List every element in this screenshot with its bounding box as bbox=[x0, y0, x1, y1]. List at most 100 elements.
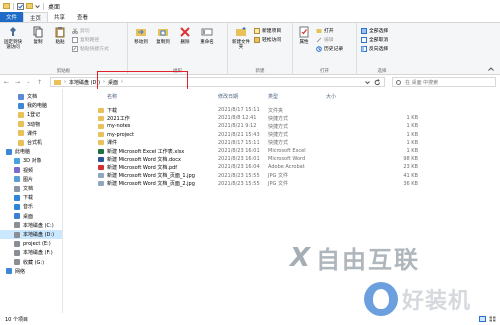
pin-button[interactable]: 固定到快速访问 bbox=[2, 26, 24, 50]
up-button[interactable]: ↑ bbox=[35, 78, 44, 87]
properties-button[interactable]: 属性 bbox=[293, 26, 315, 45]
file-size: 1 KB bbox=[406, 123, 418, 130]
file-type: Adobe Acrobat bbox=[268, 164, 305, 171]
pc-icon bbox=[6, 148, 12, 155]
video-icon bbox=[14, 167, 20, 174]
scissors-icon bbox=[72, 27, 78, 34]
folder-icon bbox=[54, 80, 61, 85]
file-row[interactable]: 2021工作 2021/8/8 12:41 快捷方式 1 KB bbox=[98, 114, 418, 122]
file-row[interactable]: 新建 Microsoft Excel 工作表.xlsx 2021/8/23 16:… bbox=[98, 147, 418, 155]
file-type: JPG 文件 bbox=[268, 173, 288, 180]
file-name: my-notes bbox=[107, 123, 131, 130]
chevron-up-icon[interactable] bbox=[488, 67, 494, 71]
nav-item[interactable]: 我的电脑 bbox=[0, 101, 62, 110]
tab-share[interactable]: 共享 bbox=[48, 12, 71, 22]
search-input[interactable]: 在 桌面 中搜索 bbox=[392, 77, 496, 87]
nav-item[interactable]: 音乐 bbox=[0, 202, 62, 211]
nav-item[interactable]: project (E:) bbox=[0, 239, 62, 248]
chevron-down-icon[interactable] bbox=[365, 80, 370, 85]
breadcrumb-item[interactable]: 本地磁盘 (D:) bbox=[69, 79, 100, 86]
navigation-pane[interactable]: 文档 我的电脑 1登记 3动物 课件 台式机 此电脑 3D 对象 视频 图片 文档 下载 音乐 桌面 本地磁… bbox=[0, 89, 63, 313]
cut-button[interactable]: 剪切 bbox=[72, 27, 90, 34]
delete-button[interactable]: 删除 bbox=[174, 26, 196, 45]
nav-item[interactable]: 此电脑 bbox=[0, 147, 62, 156]
select-all-button[interactable]: 全部选择 bbox=[361, 27, 388, 34]
invert-selection-button[interactable]: 反向选择 bbox=[361, 45, 388, 52]
nav-item[interactable]: 网络 bbox=[0, 267, 62, 276]
file-row[interactable]: 新建 Microsoft Word 文档.docx 2021/8/23 16:01… bbox=[98, 155, 418, 163]
tab-view[interactable]: 查看 bbox=[71, 12, 94, 22]
nav-item[interactable]: 视频 bbox=[0, 166, 62, 175]
new-folder-icon[interactable] bbox=[26, 3, 33, 9]
nav-item-label: 此电脑 bbox=[15, 149, 31, 156]
open-icon bbox=[316, 28, 322, 33]
details-view-icon[interactable] bbox=[479, 316, 486, 322]
nav-item[interactable]: 本地磁盘 (D:) bbox=[0, 230, 62, 239]
nav-item[interactable]: 收藏 (G:) bbox=[0, 258, 62, 267]
folder-icon bbox=[18, 139, 24, 146]
history-icon bbox=[316, 45, 322, 52]
file-date: 2021/8/17 15:11 bbox=[218, 107, 260, 113]
copy-path-button[interactable]: 复制路径 bbox=[72, 36, 99, 43]
file-row[interactable]: 新建 Microsoft Word 文档_页面_2.jpg 2021/8/23 1… bbox=[98, 180, 418, 188]
nav-item[interactable]: 本地磁盘 (F:) bbox=[0, 248, 62, 257]
file-row[interactable]: 新建 Microsoft Word 文档.pdf 2021/8/23 16:04 A… bbox=[98, 163, 418, 171]
chevron-down-icon[interactable] bbox=[35, 3, 40, 10]
rename-label: 重命名 bbox=[200, 40, 214, 45]
nav-item[interactable]: 3动物 bbox=[0, 120, 62, 129]
column-header-date[interactable]: 修改日期 bbox=[218, 93, 238, 100]
new-item-button[interactable]: 新建项目 bbox=[254, 27, 281, 34]
edit-button[interactable]: 编辑 bbox=[316, 36, 334, 43]
back-button[interactable]: ← bbox=[2, 78, 11, 87]
folder-icon bbox=[3, 3, 10, 9]
file-list[interactable]: 名称 修改日期 类型 大小 下载 2021/8/17 15:11 文件夹 2021工作… bbox=[64, 89, 500, 313]
file-row[interactable]: 下载 2021/8/17 15:11 文件夹 bbox=[98, 106, 418, 114]
column-header-type[interactable]: 类型 bbox=[268, 93, 278, 100]
column-header-size[interactable]: 大小 bbox=[326, 93, 336, 100]
paste-button[interactable]: 粘贴 bbox=[49, 26, 71, 45]
nav-item[interactable]: 文档 bbox=[0, 184, 62, 193]
nav-item[interactable]: 下载 bbox=[0, 193, 62, 202]
large-icons-view-icon[interactable] bbox=[489, 316, 496, 322]
history-button[interactable]: 历史记录 bbox=[316, 45, 343, 52]
new-folder-button[interactable]: 新建文件夹 bbox=[230, 26, 252, 50]
file-row[interactable]: 新建 Microsoft Word 文档_页面_1.jpg 2021/8/23 1… bbox=[98, 172, 418, 180]
select-none-button[interactable]: 全部取消 bbox=[361, 36, 388, 43]
nav-item[interactable]: 本地磁盘 (C:) bbox=[0, 221, 62, 230]
copy-button[interactable]: 复制 bbox=[27, 26, 49, 45]
file-size: 36 KB bbox=[403, 180, 418, 187]
nav-item[interactable]: 台式机 bbox=[0, 138, 62, 147]
refresh-icon[interactable] bbox=[374, 79, 381, 86]
folder-icon bbox=[18, 111, 24, 118]
copy-to-icon bbox=[158, 29, 168, 36]
file-row[interactable]: my-project 2021/8/21 15:43 快捷方式 1 KB bbox=[98, 131, 418, 139]
edit-icon bbox=[316, 37, 322, 42]
open-button[interactable]: 打开 bbox=[316, 27, 334, 34]
nav-item[interactable]: 课件 bbox=[0, 129, 62, 138]
copy-to-button[interactable]: 复制到 bbox=[152, 26, 174, 45]
tab-home[interactable]: 主页 bbox=[23, 12, 49, 22]
nav-item[interactable]: 1登记 bbox=[0, 110, 62, 119]
rename-button[interactable]: 重命名 bbox=[196, 26, 218, 45]
copy-label: 复制 bbox=[33, 40, 43, 45]
picture-icon bbox=[14, 176, 20, 183]
check-icon[interactable] bbox=[17, 2, 24, 10]
column-header-name[interactable]: 名称 bbox=[107, 93, 117, 100]
file-name: 新建 Microsoft Excel 工作表.xlsx bbox=[107, 148, 185, 155]
drive-icon bbox=[14, 231, 20, 238]
nav-item[interactable]: 3D 对象 bbox=[0, 156, 62, 165]
recent-locations-button[interactable]: ⌄ bbox=[24, 78, 33, 87]
tab-file[interactable]: 文件 bbox=[0, 12, 24, 22]
nav-item[interactable]: 图片 bbox=[0, 175, 62, 184]
nav-item[interactable]: 文档 bbox=[0, 92, 62, 101]
forward-button[interactable]: → bbox=[13, 78, 22, 87]
nav-item-label: project (E:) bbox=[23, 240, 51, 247]
easy-access-button[interactable]: 轻松访问 bbox=[254, 36, 281, 43]
new-folder-icon bbox=[236, 27, 246, 36]
nav-item[interactable]: 桌面 bbox=[0, 212, 62, 221]
file-row[interactable]: my-notes 2021/8/21 9:12 快捷方式 1 KB bbox=[98, 122, 418, 130]
nav-item-label: 本地磁盘 (C:) bbox=[23, 222, 54, 229]
paste-shortcut-button[interactable]: 粘贴快捷方式 bbox=[72, 45, 109, 52]
move-to-button[interactable]: 移动到 bbox=[130, 26, 152, 45]
file-row[interactable]: 课件 2021/8/17 15:11 快捷方式 1 KB bbox=[98, 139, 418, 147]
